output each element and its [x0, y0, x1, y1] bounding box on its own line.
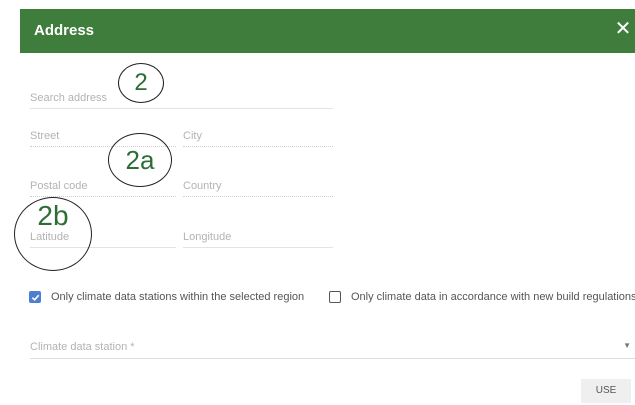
city-field[interactable]: [183, 126, 333, 147]
check-icon: [31, 294, 39, 301]
longitude-input[interactable]: [183, 228, 333, 246]
dialog-header: Address ✕: [20, 9, 635, 53]
region-only-label: Only climate data stations within the se…: [51, 291, 305, 303]
region-only-checkbox[interactable]: [29, 291, 41, 303]
new-build-checkbox[interactable]: [329, 291, 341, 303]
city-input[interactable]: [183, 127, 333, 145]
search-address-field[interactable]: [30, 88, 333, 109]
country-input[interactable]: [183, 177, 333, 195]
dialog-title: Address: [34, 22, 95, 39]
new-build-label: Only climate data in accordance with new…: [351, 291, 635, 303]
close-icon[interactable]: ✕: [613, 18, 633, 40]
climate-station-select[interactable]: Climate data station * ▼: [30, 338, 635, 359]
address-dialog: Address ✕ 2 2a 2b Only climate data stat…: [0, 0, 635, 405]
search-address-input[interactable]: [30, 89, 333, 107]
new-build-option[interactable]: Only climate data in accordance with new…: [329, 289, 635, 305]
annotation-2b: 2b: [14, 197, 92, 271]
country-field[interactable]: [183, 176, 333, 197]
annotation-2a: 2a: [108, 133, 172, 187]
climate-station-placeholder: Climate data station *: [30, 341, 135, 353]
chevron-down-icon[interactable]: ▼: [623, 341, 631, 350]
use-button[interactable]: USE: [581, 379, 631, 403]
region-only-option[interactable]: Only climate data stations within the se…: [29, 289, 304, 305]
annotation-2: 2: [118, 63, 164, 103]
longitude-field[interactable]: [183, 227, 333, 248]
